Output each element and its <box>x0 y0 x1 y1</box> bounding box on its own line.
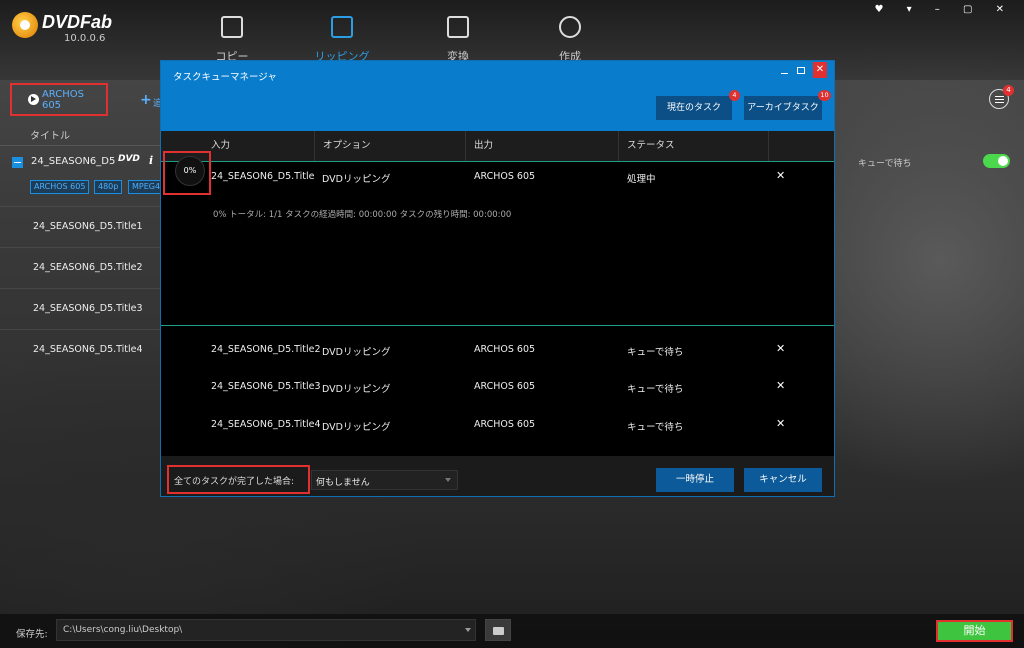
nav-ripper[interactable]: リッピング <box>302 16 382 64</box>
column-header-status: ステータス <box>619 131 769 161</box>
window-controls[interactable]: ♥ ▾ – ▢ ✕ <box>874 4 1014 15</box>
nav-copy[interactable]: コピー <box>192 16 272 64</box>
queue-count-badge: 4 <box>1003 85 1014 96</box>
title-toggle-switch[interactable] <box>983 154 1010 168</box>
divider <box>0 145 160 146</box>
tab-archived-tasks[interactable]: アーカイブタスク <box>744 96 822 120</box>
progress-circle: 0% <box>175 156 205 186</box>
queued-task-option: DVDリッピング <box>322 347 391 358</box>
progress-details: 0% トータル: 1/1 タスクの経過時間: 00:00:00 タスクの残り時間… <box>213 210 512 220</box>
title-row[interactable]: 24_SEASON6_D5.Title4 <box>0 329 160 370</box>
remove-task-icon[interactable]: ✕ <box>776 379 785 392</box>
maximize-icon[interactable] <box>797 67 805 74</box>
column-header-input: 入力 <box>203 131 315 161</box>
queued-task-option: DVDリッピング <box>322 384 391 395</box>
minimize-icon[interactable] <box>781 73 788 74</box>
title-row[interactable]: 24_SEASON6_D5.Title1 <box>0 206 160 247</box>
app-version: 10.0.0.6 <box>64 33 106 44</box>
queued-task-input: 24_SEASON6_D5.Title4 <box>211 419 321 430</box>
queued-task-status: キューで待ち <box>627 347 684 358</box>
current-task-status: 処理中 <box>627 174 656 185</box>
title-row-label: 24_SEASON6_D5.Title1 <box>33 221 143 232</box>
divider <box>161 325 834 326</box>
profile-label: ARCHOS 605 <box>41 88 84 111</box>
title-column-header: タイトル <box>30 131 70 142</box>
main-title-label: 24_SEASON6_D5 <box>31 156 116 167</box>
when-done-label: 全てのタスクが完了した場合: <box>167 465 310 494</box>
queued-task-status: キューで待ち <box>627 422 684 433</box>
cancel-button[interactable]: キャンセル <box>744 468 822 492</box>
add-icon[interactable]: + <box>140 92 152 108</box>
queued-task-status: キューで待ち <box>627 384 684 395</box>
column-header-option: オプション <box>315 131 466 161</box>
queued-task-input: 24_SEASON6_D5.Title2 <box>211 344 321 355</box>
codec-tag[interactable]: MPEG4 <box>128 180 165 194</box>
ripper-icon <box>331 16 353 38</box>
dialog-title: タスクキューマネージャ <box>173 72 277 83</box>
info-icon[interactable]: i <box>149 154 153 167</box>
title-row-label: 24_SEASON6_D5.Title2 <box>33 262 143 273</box>
copy-icon <box>221 16 243 38</box>
tab-archive-label: アーカイブタスク <box>747 103 819 113</box>
current-task-output: ARCHOS 605 <box>474 171 536 182</box>
arrow-circle-icon <box>28 94 39 105</box>
tab-current-tasks[interactable]: 現在のタスク <box>656 96 732 120</box>
task-queue-manager-dialog: タスクキューマネージャ ✕ 現在のタスク 4 アーカイブタスク 10 入力 オプ… <box>160 60 835 497</box>
resolution-tag[interactable]: 480p <box>94 180 123 194</box>
dvdfab-logo-icon <box>12 12 38 38</box>
profile-selector-button[interactable]: ARCHOS 605 <box>10 83 108 116</box>
profile-tag[interactable]: ARCHOS 605 <box>30 180 90 194</box>
video-convert-icon <box>447 16 469 38</box>
task-progress-indicator: 0% <box>163 151 211 195</box>
main-title-checkbox[interactable] <box>12 157 23 168</box>
when-done-select[interactable]: 何もしません <box>311 470 458 490</box>
folder-icon[interactable] <box>485 619 511 641</box>
queued-task-input: 24_SEASON6_D5.Title3 <box>211 381 321 392</box>
dvd-badge: DVD <box>118 154 140 164</box>
brand-name: DVDFab <box>42 12 113 32</box>
nav-create[interactable]: 作成 <box>530 16 610 64</box>
queue-status-text: キューで待ち <box>858 159 912 169</box>
queued-task-output: ARCHOS 605 <box>474 419 536 430</box>
current-task-option: DVDリッピング <box>322 174 391 185</box>
column-header-output: 出力 <box>466 131 619 161</box>
save-to-label: 保存先: <box>16 629 48 640</box>
title-row[interactable]: 24_SEASON6_D5.Title2 <box>0 247 160 288</box>
title-row-label: 24_SEASON6_D5.Title3 <box>33 303 143 314</box>
current-task-input: 24_SEASON6_D5.Title <box>211 171 315 182</box>
close-icon[interactable]: ✕ <box>813 62 827 78</box>
title-row-label: 24_SEASON6_D5.Title4 <box>33 344 143 355</box>
current-tasks-badge: 4 <box>729 90 740 101</box>
title-row[interactable]: 24_SEASON6_D5.Title3 <box>0 288 160 329</box>
queued-task-output: ARCHOS 605 <box>474 381 536 392</box>
chevron-down-icon[interactable] <box>465 628 471 632</box>
queued-task-output: ARCHOS 605 <box>474 344 536 355</box>
remove-task-icon[interactable]: ✕ <box>776 417 785 430</box>
queued-task-option: DVDリッピング <box>322 422 391 433</box>
divider <box>161 161 834 162</box>
task-table-header: 入力 オプション 出力 ステータス <box>161 131 834 161</box>
archived-tasks-badge: 10 <box>818 90 831 101</box>
remove-task-icon[interactable]: ✕ <box>776 342 785 355</box>
save-path-input[interactable]: C:\Users\cong.liu\Desktop\ <box>56 619 476 641</box>
pause-button[interactable]: 一時停止 <box>656 468 734 492</box>
disc-create-icon <box>559 16 581 38</box>
remove-task-icon[interactable]: ✕ <box>776 169 785 182</box>
chevron-down-icon[interactable] <box>445 478 451 482</box>
nav-convert[interactable]: 変換 <box>418 16 498 64</box>
tab-current-label: 現在のタスク <box>666 103 721 113</box>
start-button[interactable]: 開始 <box>936 620 1013 642</box>
